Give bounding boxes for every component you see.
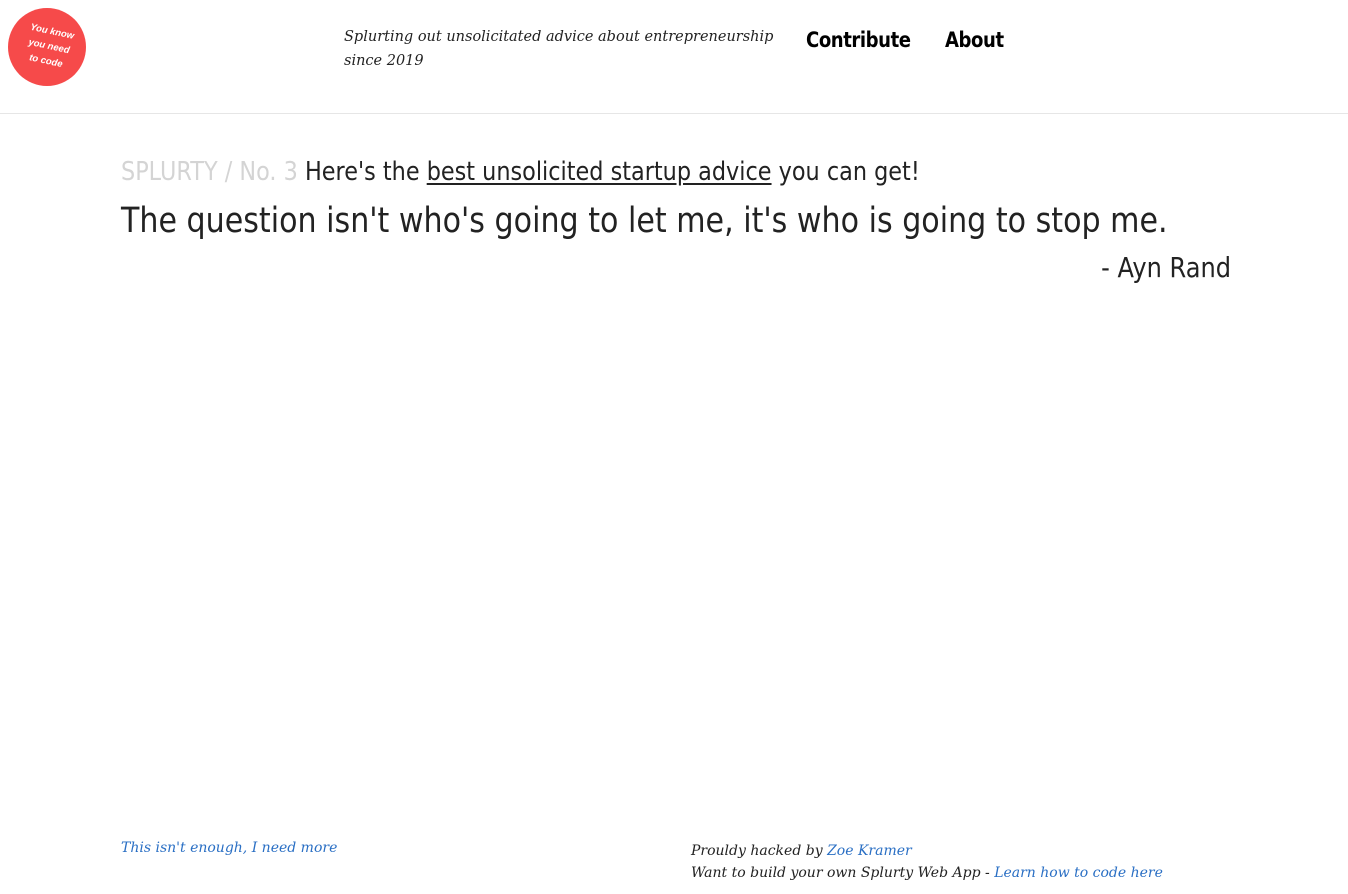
nav-about-link[interactable]: About [945,28,1004,52]
learn-to-code-link[interactable]: Learn how to code here [994,865,1163,881]
page-headline: SPLURTY / No. 3 Here's the best unsolici… [121,152,920,192]
credit-line: Prouldy hacked by Zoe Kramer [691,840,1163,862]
intro-prefix: Here's the [304,157,420,187]
intro-suffix: you can get! [778,157,920,187]
build-line: Want to build your own Splurty Web App -… [691,862,1163,884]
credit-prefix: Prouldy hacked by [691,843,823,859]
issue-number: No. 3 [239,157,298,187]
advice-link[interactable]: best unsolicited startup advice [427,157,772,187]
brand-separator: / [224,157,233,187]
logo-badge[interactable]: You know you need to code [8,8,86,86]
main-nav: Contribute About [806,28,1013,52]
footer-credits: Prouldy hacked by Zoe Kramer Want to bui… [691,840,1163,884]
nav-contribute-link[interactable]: Contribute [806,28,911,52]
quote-text: The question isn't who's going to let me… [121,201,1168,241]
build-prefix: Want to build your own Splurty Web App - [691,865,990,881]
quote-author: - Ayn Rand [1101,251,1231,284]
logo-text: You know you need to code [15,18,83,74]
site-tagline: Splurting out unsolicitated advice about… [344,29,774,69]
site-header: You know you need to code Splurting out … [0,0,1348,114]
author-link[interactable]: Zoe Kramer [827,843,912,859]
brand-name: SPLURTY [121,157,218,187]
more-advice-link[interactable]: This isn't enough, I need more [121,840,337,856]
